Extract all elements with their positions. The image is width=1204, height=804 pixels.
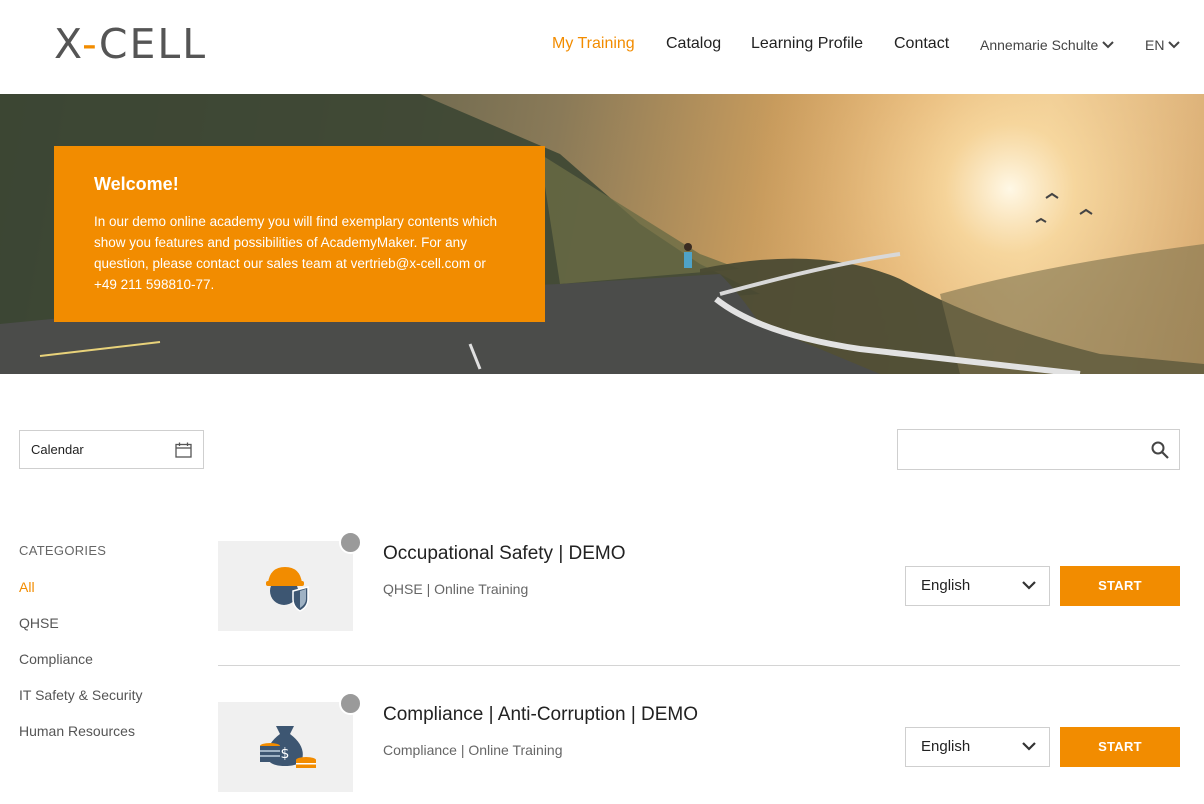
nav-learning-profile[interactable]: Learning Profile [751, 34, 863, 54]
progress-indicator-icon [339, 531, 362, 554]
course-language-select[interactable]: English [905, 727, 1050, 767]
search-icon[interactable] [1151, 441, 1169, 459]
chevron-down-icon [1022, 581, 1036, 590]
nav-catalog[interactable]: Catalog [666, 34, 721, 54]
calendar-label: Calendar [31, 442, 84, 457]
nav-contact[interactable]: Contact [894, 34, 949, 54]
user-name: Annemarie Schulte [980, 37, 1099, 53]
runner-figure [684, 252, 692, 268]
user-menu[interactable]: Annemarie Schulte [980, 35, 1115, 55]
course-language-value: English [921, 738, 971, 755]
search-input[interactable] [897, 429, 1180, 470]
course-divider [218, 665, 1180, 666]
safety-helmet-shield-icon [266, 567, 309, 612]
course-subtitle: Compliance | Online Training [383, 742, 563, 758]
welcome-title: Welcome! [94, 174, 179, 194]
category-compliance[interactable]: Compliance [19, 651, 93, 667]
svg-text:$: $ [281, 746, 290, 762]
language-code: EN [1145, 37, 1165, 53]
progress-indicator-icon [339, 692, 362, 715]
category-it-safety-security[interactable]: IT Safety & Security [19, 687, 142, 703]
nav-my-training[interactable]: My Training [552, 34, 635, 54]
course-language-select[interactable]: English [905, 566, 1050, 606]
start-button[interactable]: START [1060, 566, 1180, 606]
xcell-logo[interactable]: X-CELL [54, 22, 207, 66]
categories-heading: CATEGORIES [19, 543, 107, 558]
course-subtitle: QHSE | Online Training [383, 581, 529, 597]
chevron-down-icon [1102, 41, 1115, 49]
chevron-down-icon [1168, 41, 1181, 49]
chevron-down-icon [1022, 742, 1036, 751]
course-thumbnail[interactable] [218, 541, 353, 631]
calendar-icon [175, 442, 192, 458]
calendar-picker[interactable]: Calendar [19, 430, 204, 469]
course-title[interactable]: Occupational Safety | DEMO [383, 543, 626, 565]
site-header: X-CELL My Training Catalog Learning Prof… [0, 0, 1204, 94]
start-button[interactable]: START [1060, 727, 1180, 767]
welcome-text: In our demo online academy you will find… [94, 214, 497, 292]
money-bag-coins-icon: $ [260, 726, 316, 768]
course-thumbnail[interactable]: $ [218, 702, 353, 792]
welcome-box: Welcome! In our demo online academy you … [54, 146, 545, 322]
category-human-resources[interactable]: Human Resources [19, 723, 135, 739]
language-menu[interactable]: EN [1145, 35, 1181, 55]
course-title[interactable]: Compliance | Anti-Corruption | DEMO [383, 704, 698, 726]
category-all[interactable]: All [19, 579, 35, 595]
course-language-value: English [921, 577, 971, 594]
category-qhse[interactable]: QHSE [19, 615, 59, 631]
